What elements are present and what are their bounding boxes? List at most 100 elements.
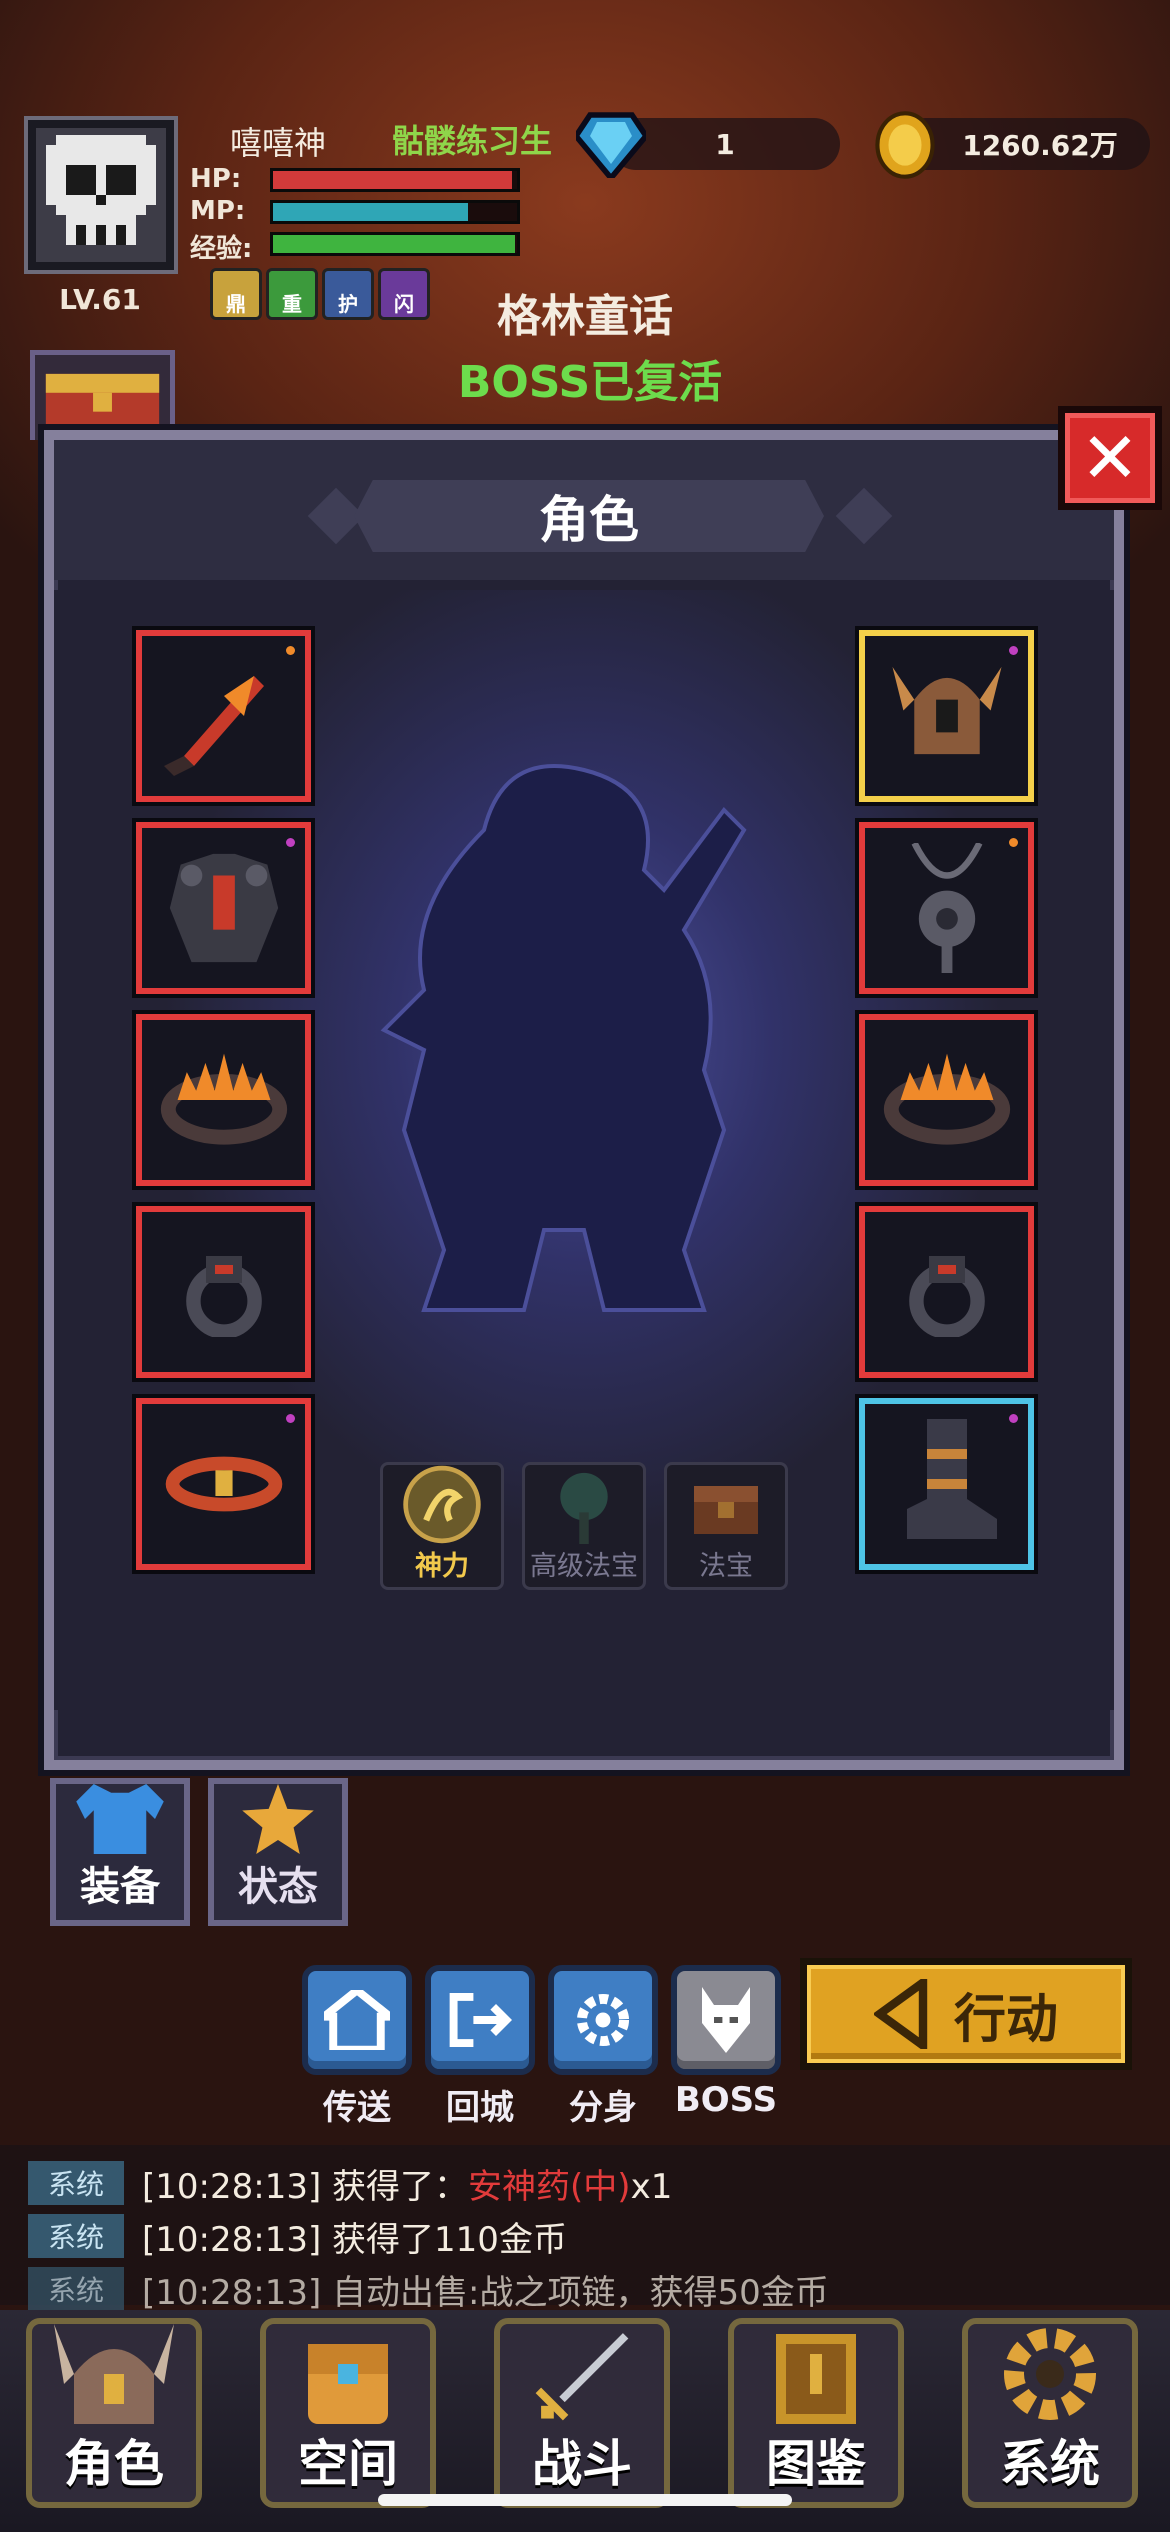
nav-label: 空间 [298,2435,398,2493]
necklace-slot[interactable] [859,822,1034,994]
log-suffix: x1 [630,2166,673,2207]
character-silhouette [380,764,747,1312]
diamond-icon [576,112,646,178]
player-name: 嘻嘻神 [230,124,327,162]
log-tag: 系统 [28,2214,124,2258]
nav-system[interactable]: 系统 [962,2318,1138,2508]
weapon-slot[interactable] [136,630,311,802]
armor-slot[interactable] [136,822,311,994]
chest-icon [45,373,160,440]
hp-bar [270,168,520,192]
sword-icon [535,2333,629,2421]
log-time: [10:28:13] [142,2219,322,2260]
buff-fist-icon[interactable]: 鼎 [210,268,262,320]
player-title: 骷髅练习生 [392,122,553,160]
demon-icon [702,1987,750,2053]
dark-ring-icon [185,1256,262,1337]
log-entry: 系统 [10:28:13] 获得了：安神药(中)x1 [28,2160,673,2207]
buff-flash-icon[interactable]: 闪 [378,268,430,320]
action-label: 回城 [446,2088,514,2128]
tab-equipment[interactable]: 装备 [50,1778,190,1926]
chest-icon [694,1486,758,1534]
log-tag: 系统 [28,2161,124,2205]
nav-character[interactable]: 角色 [26,2318,202,2508]
advanced-treasure-slot[interactable]: 高级法宝 [522,1462,646,1590]
home-indicator[interactable] [378,2494,792,2506]
exit-icon [449,1992,513,2048]
gear-icon [576,1993,630,2047]
nav-codex[interactable]: 图鉴 [728,2318,904,2508]
close-icon: ✕ [1080,417,1140,499]
coin-icon [875,111,935,179]
tab-status[interactable]: 状态 [208,1778,348,1926]
boots-slot[interactable] [859,1398,1034,1570]
gold-amount: 1260.62万 [962,129,1118,162]
clone-button[interactable] [548,1965,658,2075]
belt-slot[interactable] [136,1398,311,1570]
hp-label: HP: [190,164,242,194]
exp-bar [270,232,520,256]
buff-weight-icon[interactable]: 重 [266,268,318,320]
nav-inventory[interactable]: 空间 [260,2318,436,2508]
log-time: [10:28:13] [142,2166,322,2207]
tree-icon [560,1472,608,1544]
tab-label: 状态 [238,1864,318,1910]
dark-ring-icon [908,1256,985,1337]
log-entry: 系统 [10:28:13] 获得了110金币 [28,2213,567,2260]
mp-bar [270,200,520,224]
crown-slot[interactable] [136,1014,311,1186]
nav-label: 战斗 [532,2435,632,2493]
fire-ring-icon [160,1053,287,1145]
star-icon [242,1784,314,1854]
armor-tab-icon [76,1784,164,1854]
treasure-chest-button[interactable] [30,350,175,440]
log-text: 获得了： [332,2166,469,2207]
rarity-dot [286,838,295,847]
player-avatar[interactable] [24,116,178,274]
helmet-nav-icon [54,2324,174,2424]
treasure-label: 神力 [415,1551,469,1582]
action-label: BOSS [674,2080,778,2120]
boss-button[interactable] [671,1965,781,2075]
ring-slot[interactable] [136,1206,311,1378]
teleport-button[interactable] [302,1965,412,2075]
gold-counter[interactable]: 1260.62万 [900,118,1150,170]
flame-sword-icon [163,676,264,776]
fire-ring-icon [883,1053,1010,1145]
divine-power-slot[interactable]: 神力 [380,1462,504,1590]
bracelet-slot[interactable] [859,1014,1034,1186]
rarity-dot [1009,1414,1018,1423]
nav-label: 图鉴 [766,2435,866,2493]
gem-count: 1 [715,127,735,161]
log-highlight: 安神药(中) [468,2166,631,2207]
amulet-icon [911,843,982,973]
rarity-dot [286,646,295,655]
horned-helmet-icon [891,666,1002,755]
action-button[interactable]: 行动 [800,1958,1132,2070]
log-text: 自动出售:战之项链，获得50金币 [332,2272,829,2313]
helmet-slot[interactable] [859,630,1034,802]
gear-icon [1004,2328,1096,2420]
dragon-medal-icon [403,1465,481,1544]
return-city-button[interactable] [425,1965,535,2075]
treasure-label: 法宝 [699,1551,753,1582]
panel-header: 角色 [54,440,1114,580]
home-icon [324,1990,390,2050]
tab-label: 装备 [80,1864,160,1910]
nav-label: 角色 [64,2435,164,2493]
action-button-label: 行动 [953,1989,1058,2050]
book-icon [776,2334,856,2424]
rarity-dot [1009,838,1018,847]
exp-label: 经验: [190,234,253,264]
nav-battle[interactable]: 战斗 [494,2318,670,2508]
close-button[interactable]: ✕ [1058,406,1162,510]
ring2-slot[interactable] [859,1206,1034,1378]
log-time: [10:28:13] [142,2272,322,2313]
log-entry: 系统 [10:28:13] 自动出售:战之项链，获得50金币 [28,2266,829,2313]
rarity-dot [1009,646,1018,655]
buff-shield-icon[interactable]: 护 [322,268,374,320]
treasure-slot[interactable]: 法宝 [664,1462,788,1590]
dark-armor-icon [169,853,278,963]
buff-label: 护 [338,292,358,316]
title-ornament-right [835,487,893,545]
